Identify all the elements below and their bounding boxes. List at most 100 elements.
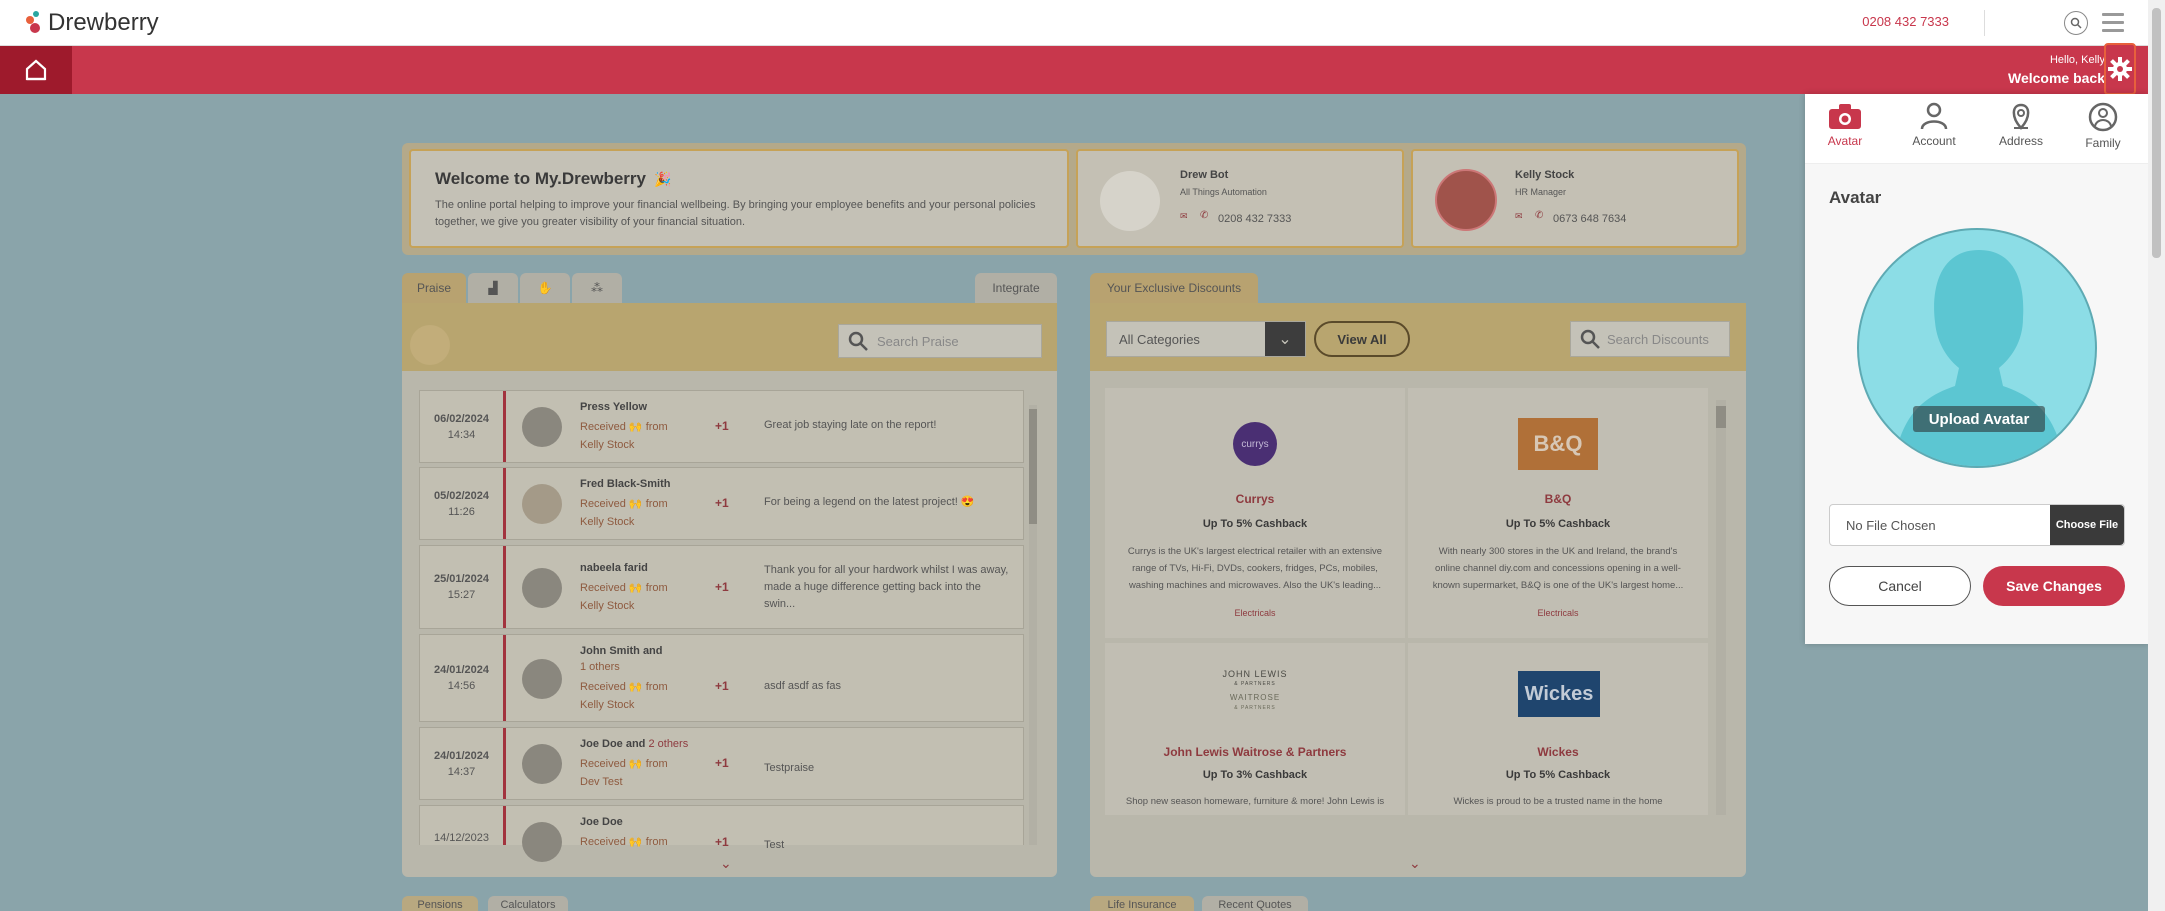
contact-name: Kelly Stock xyxy=(1515,169,1575,181)
discount-card-bq[interactable]: B&Q B&Q Up To 5% Cashback With nearly 30… xyxy=(1408,388,1708,638)
praise-name: Joe Doe xyxy=(580,816,623,828)
welcome-text: The online portal helping to improve you… xyxy=(435,199,1036,228)
discount-cashback: Up To 5% Cashback xyxy=(1505,769,1611,781)
praise-message: Great job staying late on the report! xyxy=(764,419,937,431)
upload-avatar-button[interactable]: Upload Avatar xyxy=(1913,406,2045,432)
mail-icon[interactable]: ✉ xyxy=(1180,211,1188,222)
tab-recent-quotes[interactable]: Recent Quotes xyxy=(1202,896,1308,911)
discounts-search-input[interactable]: Search Discounts xyxy=(1570,321,1730,357)
hamburger-menu-icon[interactable] xyxy=(2102,13,2124,33)
category-select[interactable]: All Categories ⌄ xyxy=(1106,321,1306,357)
settings-panel: Avatar Account Address Family Avatar Upl… xyxy=(1805,94,2148,644)
avatar xyxy=(522,568,562,608)
currys-logo: currys xyxy=(1233,422,1277,466)
tab-pensions[interactable]: Pensions xyxy=(402,896,478,911)
discount-category[interactable]: Electricals xyxy=(1105,608,1405,618)
praise-row[interactable]: 25/01/2024 15:27 nabeela farid Received 🙌… xyxy=(419,545,1024,629)
praise-from[interactable]: Dev Test xyxy=(580,776,623,788)
praise-message: For being a legend on the latest project… xyxy=(764,496,975,508)
discounts-expand-chevron-icon[interactable]: ⌄ xyxy=(1409,855,1421,872)
cancel-button[interactable]: Cancel xyxy=(1829,566,1971,606)
praise-expand-chevron-icon[interactable]: ⌄ xyxy=(720,855,732,872)
discount-card-currys[interactable]: currys Currys Up To 5% Cashback Currys i… xyxy=(1105,388,1405,638)
settings-button[interactable] xyxy=(2104,43,2136,95)
received-label: Received 🙌 from xyxy=(580,681,668,693)
avatar-preview[interactable]: Upload Avatar xyxy=(1857,228,2097,468)
page-scrollbar[interactable] xyxy=(2148,0,2165,911)
received-label: Received 🙌 from xyxy=(580,836,668,848)
header-phone[interactable]: 0208 432 7333 xyxy=(1862,14,1949,29)
tab-leaderboard[interactable]: ▟ xyxy=(468,273,518,303)
discount-category[interactable]: Electricals xyxy=(1408,608,1708,618)
nav-bar: Hello, Kelly Welcome back xyxy=(0,46,2165,94)
avatar xyxy=(522,407,562,447)
praise-from[interactable]: Kelly Stock xyxy=(580,699,634,711)
file-input[interactable]: No File Chosen Choose File xyxy=(1829,504,2125,546)
praise-from[interactable]: Kelly Stock xyxy=(580,439,634,451)
integrate-button[interactable]: Integrate xyxy=(975,273,1057,303)
header-divider xyxy=(1984,10,1985,36)
discount-card-john-lewis[interactable]: JOHN LEWIS & PARTNERS WAITROSE & PARTNER… xyxy=(1105,643,1405,815)
save-changes-button[interactable]: Save Changes xyxy=(1983,566,2125,606)
category-select-value: All Categories xyxy=(1119,332,1200,347)
kelly-avatar xyxy=(1435,169,1497,231)
tab-account[interactable]: Account xyxy=(1894,102,1974,148)
praise-date: 24/01/2024 14:56 xyxy=(420,635,506,721)
network-icon: ⁂ xyxy=(591,281,603,295)
discounts-scrollbar[interactable] xyxy=(1716,400,1726,815)
tab-network[interactable]: ⁂ xyxy=(572,273,622,303)
discount-brand[interactable]: B&Q xyxy=(1408,492,1708,506)
location-pin-icon xyxy=(2012,103,2030,130)
praise-row[interactable]: 24/01/2024 14:37 Joe Doe and 2 others Rec… xyxy=(419,727,1024,800)
search-icon[interactable] xyxy=(2064,11,2088,35)
contact-phone[interactable]: 0673 648 7634 xyxy=(1553,213,1626,225)
logo-dots-icon xyxy=(24,10,44,36)
chevron-down-icon: ⌄ xyxy=(1265,322,1305,356)
praise-row[interactable]: 05/02/2024 11:26 Fred Black-Smith Receive… xyxy=(419,467,1024,540)
tab-address[interactable]: Address xyxy=(1981,102,2061,148)
discount-description: Currys is the UK's largest electrical re… xyxy=(1127,546,1383,591)
contact-phone[interactable]: 0208 432 7333 xyxy=(1218,213,1291,225)
gear-icon xyxy=(2108,57,2132,81)
tab-praise[interactable]: Praise xyxy=(402,273,466,303)
praise-date: 05/02/2024 11:26 xyxy=(420,468,506,539)
contact-card-kelly: Kelly Stock HR Manager ✉ ✆ 0673 648 7634 xyxy=(1411,149,1739,248)
praise-extra[interactable]: 1 others xyxy=(580,661,620,673)
praise-date: 25/01/2024 15:27 xyxy=(420,546,506,628)
discount-card-wickes[interactable]: Wickes Wickes Up To 5% Cashback Wickes i… xyxy=(1408,643,1708,815)
discount-brand[interactable]: John Lewis Waitrose & Partners xyxy=(1105,745,1405,759)
family-icon xyxy=(2088,102,2118,132)
discount-brand[interactable]: Currys xyxy=(1105,492,1405,506)
tab-give-praise[interactable]: ✋ xyxy=(520,273,570,303)
praise-row[interactable]: 14/12/2023 Joe Doe Received 🙌 from +1 Te… xyxy=(419,805,1024,862)
tab-avatar[interactable]: Avatar xyxy=(1805,102,1885,148)
discount-description: Wickes is proud to be a trusted name in … xyxy=(1453,796,1663,807)
mail-icon[interactable]: ✉ xyxy=(1515,211,1523,222)
avatar xyxy=(522,822,562,862)
home-icon xyxy=(25,59,47,81)
praise-header: Search Praise xyxy=(402,303,1057,371)
praise-search-input[interactable]: Search Praise xyxy=(838,324,1042,358)
praise-message: Testpraise xyxy=(764,762,815,774)
discount-brand[interactable]: Wickes xyxy=(1408,745,1708,759)
view-all-button[interactable]: View All xyxy=(1314,321,1410,357)
praise-row[interactable]: 24/01/2024 14:56 John Smith and 1 others … xyxy=(419,634,1024,722)
wickes-logo: Wickes xyxy=(1518,671,1600,717)
received-label: Received 🙌 from xyxy=(580,498,668,510)
tab-exclusive-discounts[interactable]: Your Exclusive Discounts xyxy=(1090,273,1258,303)
clap-icon: 🙌 xyxy=(628,582,643,594)
tab-life-insurance[interactable]: Life Insurance xyxy=(1090,896,1194,911)
choose-file-button[interactable]: Choose File xyxy=(2050,505,2124,545)
john-lewis-logo: JOHN LEWIS & PARTNERS WAITROSE & PARTNER… xyxy=(1222,669,1288,711)
praise-from[interactable]: Kelly Stock xyxy=(580,600,634,612)
drewberry-logo[interactable]: Drewberry xyxy=(24,8,159,38)
tab-calculators[interactable]: Calculators xyxy=(488,896,568,911)
phone-icon[interactable]: ✆ xyxy=(1200,210,1208,221)
praise-scrollbar[interactable] xyxy=(1029,405,1037,845)
home-button[interactable] xyxy=(0,46,72,94)
praise-from[interactable]: Kelly Stock xyxy=(580,516,634,528)
search-icon xyxy=(1580,329,1600,349)
tab-family[interactable]: Family xyxy=(2063,102,2143,150)
praise-row[interactable]: 06/02/2024 14:34 Press Yellow Received 🙌 … xyxy=(419,390,1024,463)
phone-icon[interactable]: ✆ xyxy=(1535,210,1543,221)
